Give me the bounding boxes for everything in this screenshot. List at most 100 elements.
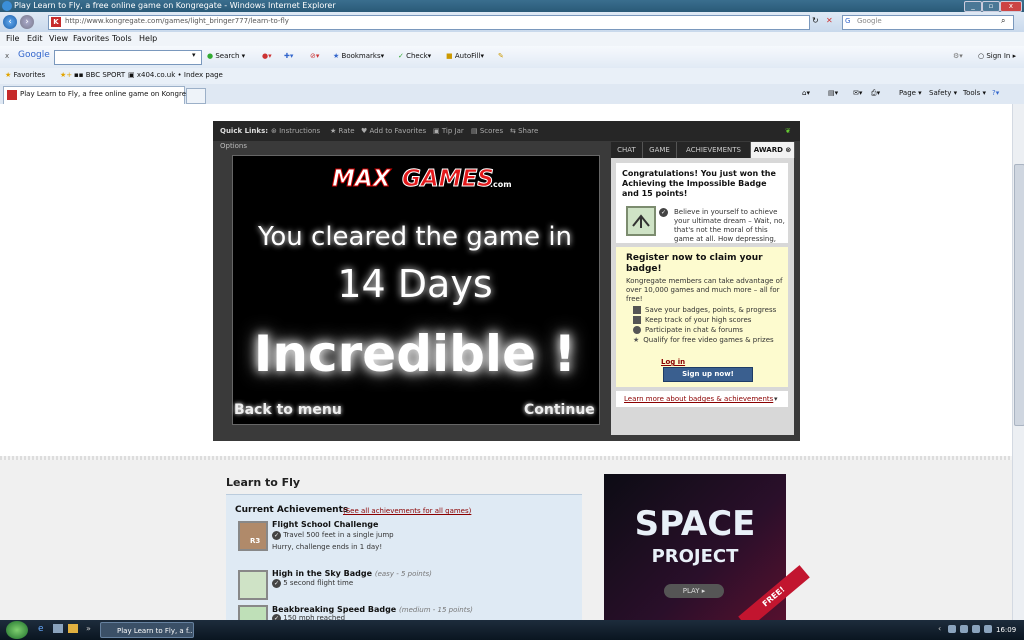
menu-favorites[interactable]: Favorites — [73, 34, 109, 43]
toolbar-highlight-icon[interactable]: ✎ — [498, 52, 504, 60]
new-tab-button[interactable] — [186, 88, 206, 104]
menu-help[interactable]: Help — [139, 34, 157, 43]
quick-link-scores[interactable]: ▤ Scores — [471, 127, 503, 135]
learn-more-link[interactable]: Learn more about badges & achievements ▾ — [616, 391, 788, 407]
back-button[interactable]: ‹ — [3, 15, 17, 29]
home-icon[interactable]: ⌂▾ — [802, 89, 810, 97]
menu-view[interactable]: View — [49, 34, 68, 43]
tip-jar-label: Tip Jar — [441, 127, 464, 135]
ad-title-line1: SPACE — [634, 504, 756, 544]
achievement-desc-text: Travel 500 feet in a single jump — [283, 531, 394, 539]
scrollbar-thumb[interactable] — [1014, 164, 1024, 426]
benefit-chat: Participate in chat & forums — [633, 326, 743, 334]
badge-description-text: Believe in yourself to achieve your ulti… — [674, 208, 785, 243]
menu-edit[interactable]: Edit — [27, 34, 43, 43]
quick-link-instructions[interactable]: ⊛ Instructions — [271, 127, 320, 135]
back-to-menu-button[interactable]: Back to menu — [234, 402, 342, 418]
maximize-button[interactable]: ▫ — [982, 1, 1000, 12]
toolbar-check-button[interactable]: ✓ Check▾ — [398, 52, 431, 60]
vertical-scrollbar[interactable] — [1012, 104, 1024, 620]
all-achievements-link[interactable]: (See all achievements for all games) — [343, 507, 471, 515]
google-toolbar-search-input[interactable]: ▾ — [54, 50, 202, 65]
quick-link-tip-jar[interactable]: ▣ Tip Jar — [433, 127, 464, 135]
achievement-meta: (easy - 5 points) — [374, 570, 432, 578]
live-search-box[interactable]: G Google ⌕ — [842, 15, 1014, 30]
volume-icon[interactable] — [972, 625, 980, 633]
minimize-button[interactable]: _ — [964, 1, 982, 12]
tab-label: Play Learn to Fly, a free online game on… — [20, 90, 198, 98]
tools-menu[interactable]: Tools ▾ — [963, 89, 986, 97]
toolbar-popup-icon[interactable]: ⊘▾ — [310, 52, 319, 60]
tab-award[interactable]: AWARD ⊗ — [751, 142, 795, 158]
share-label: Share — [518, 127, 539, 135]
stop-icon[interactable]: ✕ — [826, 16, 833, 25]
achievement-icon: R3 — [238, 521, 268, 551]
quick-link-add-favorites[interactable]: ♥ Add to Favorites — [361, 127, 426, 135]
toolbar-share-icon[interactable]: ✚▾ — [284, 52, 293, 60]
favorite-link-x404[interactable]: ▣ x404.co.uk • Index page — [128, 71, 223, 79]
forward-button[interactable]: › — [20, 15, 34, 29]
add-favorites-icon[interactable]: ★+ — [60, 71, 72, 79]
signin-label: Sign In — [986, 52, 1011, 60]
login-link[interactable]: Log in — [661, 358, 685, 366]
start-button[interactable] — [6, 621, 28, 639]
chart-icon — [633, 316, 641, 324]
network-icon[interactable] — [960, 625, 968, 633]
continue-button[interactable]: Continue — [524, 402, 595, 418]
ie-quicklaunch-icon[interactable]: e — [38, 624, 44, 634]
close-icon[interactable]: ⊗ — [785, 146, 791, 154]
feeds-icon[interactable]: ▤▾ — [828, 89, 838, 97]
desktop-quicklaunch-icon[interactable] — [53, 624, 63, 633]
refresh-icon[interactable]: ↻ — [812, 16, 819, 25]
toolbar-bookmarks-button[interactable]: ★ Bookmarks▾ — [333, 52, 384, 60]
help-icon[interactable]: ?▾ — [992, 89, 999, 97]
mail-icon[interactable]: ✉▾ — [853, 89, 862, 97]
tray-icon[interactable] — [948, 625, 956, 633]
benefit-scores-label: Keep track of your high scores — [645, 316, 752, 324]
toolbar-signin-button[interactable]: ○ Sign In ▸ — [978, 52, 1016, 60]
tab-achievements[interactable]: ACHIEVEMENTS — [677, 142, 751, 158]
toolbar-close-icon[interactable]: x — [5, 52, 9, 60]
tray-icon[interactable] — [984, 625, 992, 633]
achievement-desc: ✓ 5 second flight time — [272, 579, 353, 588]
ad-play-button[interactable]: PLAY ▸ — [664, 584, 724, 598]
rate-label: Rate — [338, 127, 355, 135]
achievement-name[interactable]: High in the Sky Badge (easy - 5 points) — [272, 569, 432, 578]
close-window-button[interactable]: x — [1000, 1, 1022, 12]
tray-expand-icon[interactable]: ‹ — [938, 624, 941, 633]
achievement-name-text: High in the Sky Badge — [272, 569, 373, 578]
expand-icon[interactable]: » — [86, 624, 91, 633]
tab-game[interactable]: GAME — [643, 142, 677, 158]
bird-icon — [632, 214, 650, 228]
achievement-name-text: Flight School Challenge — [272, 520, 379, 529]
achievement-name[interactable]: Flight School Challenge — [272, 520, 378, 529]
space-project-ad[interactable]: SPACE PROJECT PLAY ▸ FREE! — [604, 474, 810, 629]
toolbar-autofill-button[interactable]: ■ AutoFill▾ — [446, 52, 484, 60]
signup-button[interactable]: Sign up now! — [663, 367, 753, 382]
tab-kongregate[interactable]: Play Learn to Fly, a free online game on… — [3, 86, 197, 104]
chevron-down-icon[interactable]: ▾ — [192, 51, 196, 59]
menu-tools[interactable]: Tools — [112, 34, 132, 43]
favorite-link-bbc[interactable]: ▪▪ BBC SPORT — [74, 71, 125, 79]
page-menu[interactable]: Page ▾ — [899, 89, 922, 97]
favorites-button[interactable]: ★ Favorites — [5, 71, 45, 79]
folder-quicklaunch-icon[interactable] — [68, 624, 78, 633]
quick-link-share[interactable]: ⇆ Share — [510, 127, 538, 135]
benefit-prizes: ★ Qualify for free video games & prizes — [633, 336, 774, 344]
safety-menu[interactable]: Safety ▾ — [929, 89, 957, 97]
search-icon[interactable]: ⌕ — [1001, 16, 1005, 26]
achievement-desc-text: 5 second flight time — [283, 579, 354, 587]
menu-file[interactable]: File — [6, 34, 19, 43]
tab-chat[interactable]: CHAT — [611, 142, 643, 158]
toolbar-search-button[interactable]: ● Search ▾ — [207, 52, 245, 60]
achievement-meta: (medium - 15 points) — [399, 606, 473, 614]
toolbar-wrench-icon[interactable]: ⚙▾ — [953, 52, 963, 60]
toolbar-pagerank-icon[interactable]: ●▾ — [262, 52, 272, 60]
game-options-link[interactable]: Options — [220, 142, 247, 150]
address-bar[interactable]: K http://www.kongregate.com/games/light_… — [48, 15, 810, 30]
taskbar-ie-window[interactable]: Play Learn to Fly, a f... — [100, 622, 194, 638]
quick-link-rate[interactable]: ★ Rate — [330, 127, 355, 135]
logo-right-text: GAMES — [402, 166, 495, 193]
print-icon[interactable]: ⎙▾ — [871, 89, 880, 98]
achievement-name[interactable]: Beakbreaking Speed Badge (medium - 15 po… — [272, 605, 473, 614]
